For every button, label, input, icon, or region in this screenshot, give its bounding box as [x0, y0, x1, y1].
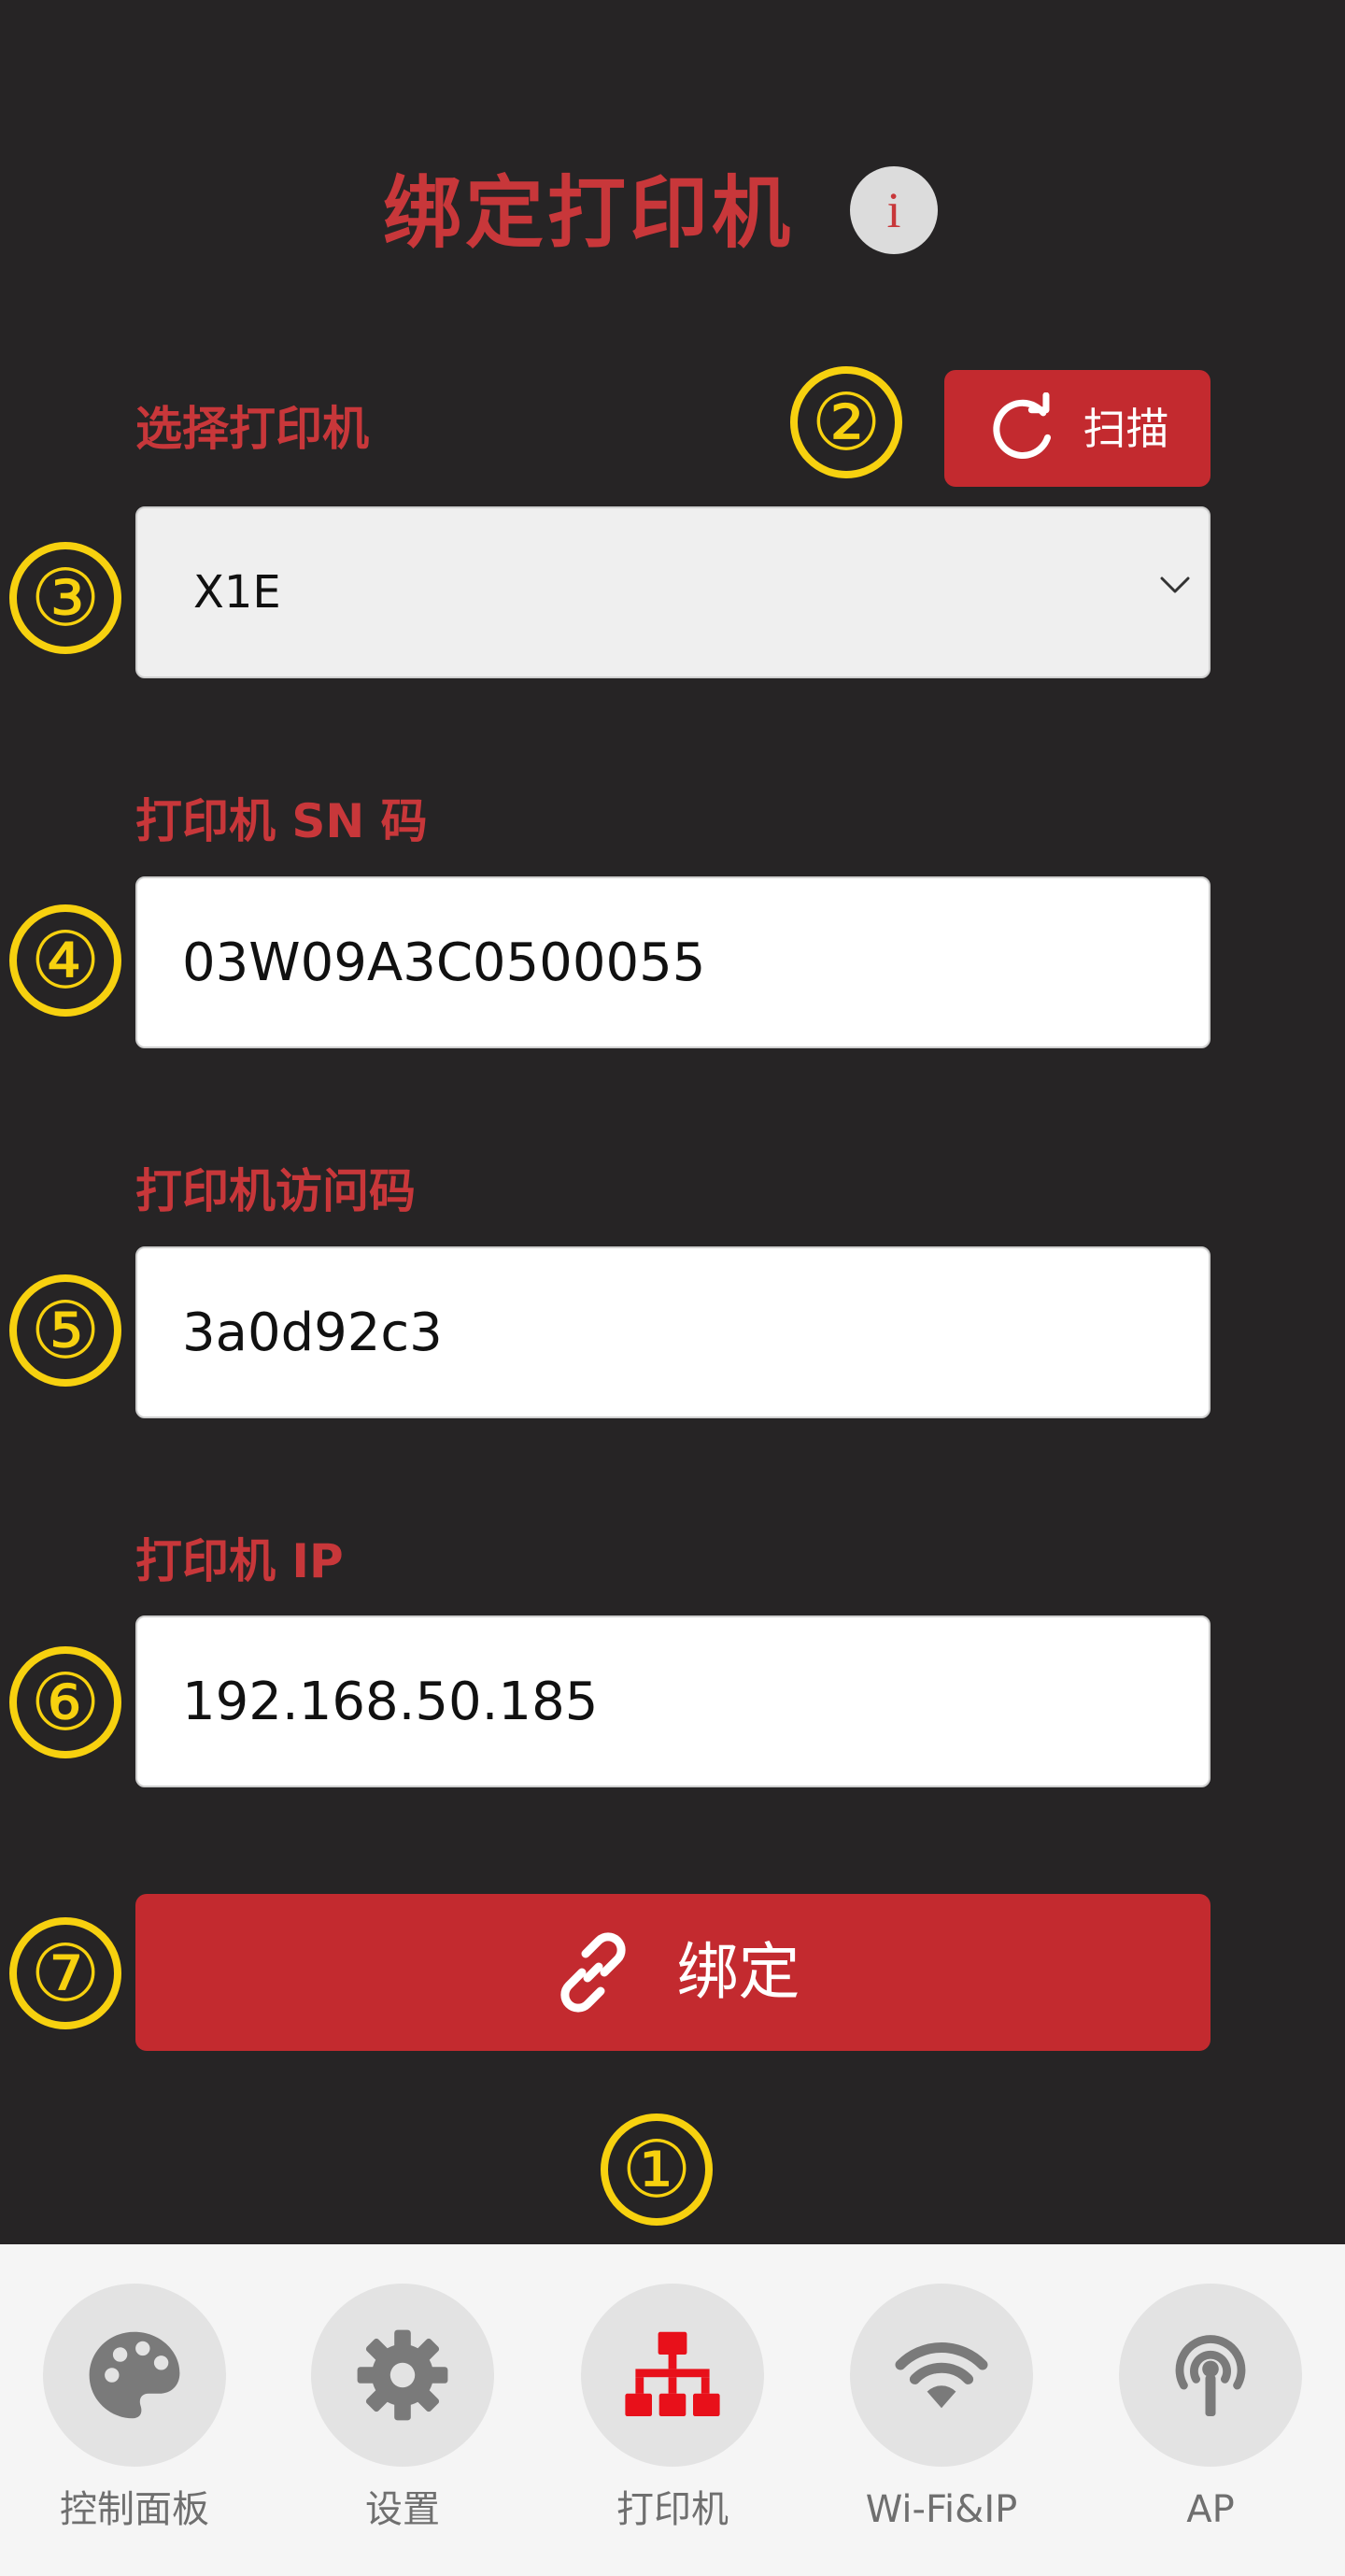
annotation-marker-1: ① [601, 2113, 713, 2226]
bind-button[interactable]: 绑定 [135, 1894, 1210, 2051]
nav-icon-wrap [850, 2284, 1033, 2467]
nav-item-ap[interactable]: AP [1098, 2284, 1323, 2536]
annotation-marker-3: ③ [9, 542, 121, 654]
access-code-input[interactable]: 3a0d92c3 [135, 1246, 1210, 1418]
scan-button[interactable]: 扫描 [944, 370, 1210, 487]
bind-button-label: 绑定 [676, 1936, 800, 2008]
nav-item-label: 控制面板 [60, 2488, 209, 2531]
annotation-marker-5: ⑤ [9, 1274, 121, 1387]
sn-input-value: 03W09A3C0500055 [182, 932, 706, 993]
palette-icon [89, 2331, 180, 2419]
annotation-marker-7: ⑦ [9, 1917, 121, 2029]
info-button[interactable]: i [850, 166, 938, 254]
annotation-marker-2: ② [790, 366, 902, 478]
link-icon [559, 1932, 626, 2013]
nav-item-label: AP [1186, 2488, 1235, 2531]
nav-item-printer[interactable]: 打印机 [560, 2284, 785, 2536]
refresh-icon [992, 391, 1051, 459]
ip-label: 打印机 IP [135, 1534, 344, 1588]
nav-icon-wrap [311, 2284, 494, 2467]
annotation-marker-6: ⑥ [9, 1646, 121, 1758]
select-printer-label: 选择打印机 [135, 402, 369, 456]
bottom-nav: 控制面板 设置 打印机 Wi-Fi&IP AP [0, 2244, 1345, 2576]
antenna-icon [1175, 2335, 1246, 2416]
sn-input[interactable]: 03W09A3C0500055 [135, 876, 1210, 1048]
nav-item-control-panel[interactable]: 控制面板 [22, 2284, 247, 2536]
access-code-label: 打印机访问码 [135, 1164, 416, 1218]
network-tree-icon [625, 2331, 720, 2416]
chevron-down-icon [1160, 576, 1190, 593]
printer-select[interactable]: X1E [135, 506, 1210, 678]
access-code-input-value: 3a0d92c3 [182, 1302, 443, 1363]
page-title: 绑定打印机 [382, 167, 794, 259]
nav-item-label: 打印机 [616, 2488, 729, 2531]
nav-item-wifi[interactable]: Wi-Fi&IP [829, 2284, 1054, 2536]
ip-input[interactable]: 192.168.50.185 [135, 1615, 1210, 1787]
ip-input-value: 192.168.50.185 [182, 1671, 599, 1732]
nav-icon-wrap [43, 2284, 226, 2467]
wifi-icon [895, 2342, 988, 2409]
nav-icon-wrap [581, 2284, 764, 2467]
gear-icon [357, 2329, 448, 2421]
scan-button-label: 扫描 [1083, 403, 1169, 454]
annotation-marker-4: ④ [9, 904, 121, 1017]
nav-icon-wrap [1119, 2284, 1302, 2467]
nav-item-label: 设置 [365, 2488, 440, 2531]
nav-item-label: Wi-Fi&IP [865, 2488, 1018, 2531]
sn-label: 打印机 SN 码 [135, 794, 428, 848]
printer-select-value: X1E [193, 566, 281, 619]
nav-item-settings[interactable]: 设置 [290, 2284, 515, 2536]
